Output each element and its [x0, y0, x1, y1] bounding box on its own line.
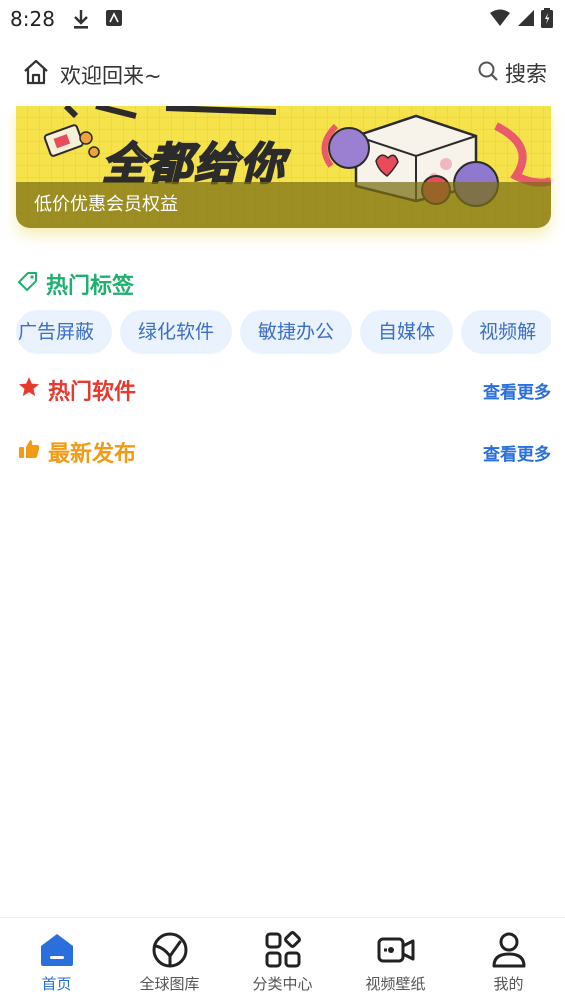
tag-chip[interactable]: 自媒体	[360, 310, 454, 354]
latest-title: 最新发布	[48, 442, 137, 467]
thumbs-up-icon	[18, 438, 40, 466]
tag-chip[interactable]: 视频解	[461, 310, 551, 354]
welcome-title: 欢迎回来~	[60, 64, 162, 88]
home-outline-icon[interactable]	[22, 58, 50, 90]
hot-software-title: 热门软件	[48, 380, 137, 405]
search-icon	[477, 60, 499, 86]
latest-more-link[interactable]: 查看更多	[483, 440, 551, 465]
wifi-icon	[489, 9, 511, 31]
search-button[interactable]: 搜索	[477, 56, 547, 90]
star-icon	[18, 376, 40, 404]
banner-caption: 低价优惠会员权益	[34, 194, 178, 215]
nav-label: 我的	[493, 975, 524, 993]
keyboard-icon	[106, 10, 122, 30]
nav-item-category[interactable]: 分类中心	[226, 918, 339, 1004]
status-time: 8:28	[10, 7, 55, 31]
nav-item-home[interactable]: 首页	[0, 918, 113, 1004]
tag-chip[interactable]: 广告屏蔽	[16, 310, 113, 354]
bottom-nav: 首页 全球图库 分类中心 视频壁纸 我的	[0, 917, 565, 1004]
hot-tags-heading: 热门标签	[18, 268, 134, 300]
home-icon	[37, 930, 77, 970]
tag-chip[interactable]: 敏捷办公	[240, 310, 353, 354]
tag-chip[interactable]: 绿化软件	[120, 310, 233, 354]
globe-gallery-icon	[150, 930, 190, 970]
tags-row: 广告屏蔽 绿化软件 敏捷办公 自媒体 视频解	[16, 310, 551, 354]
latest-heading: 最新发布	[18, 436, 136, 468]
status-bar: 8:28	[0, 0, 565, 40]
promo-banner[interactable]: 全都给你 低价优惠会员权益	[16, 106, 551, 228]
hot-software-heading: 热门软件	[18, 374, 136, 406]
category-icon	[263, 930, 303, 970]
nav-label: 首页	[41, 975, 72, 993]
nav-label: 分类中心	[252, 975, 313, 993]
nav-item-gallery[interactable]: 全球图库	[113, 918, 226, 1004]
battery-icon	[541, 8, 553, 32]
nav-label: 全球图库	[139, 975, 200, 993]
top-header: 欢迎回来~ 搜索	[0, 48, 565, 98]
nav-label: 视频壁纸	[365, 975, 426, 993]
download-icon	[72, 8, 90, 34]
tag-icon	[18, 271, 38, 297]
hot-software-more-link[interactable]: 查看更多	[483, 378, 551, 403]
user-icon	[489, 930, 529, 970]
search-label: 搜索	[505, 62, 547, 86]
nav-item-profile[interactable]: 我的	[452, 918, 565, 1004]
video-icon	[376, 930, 416, 970]
hot-tags-title: 热门标签	[46, 274, 135, 299]
nav-item-video[interactable]: 视频壁纸	[339, 918, 452, 1004]
signal-icon	[517, 9, 535, 31]
